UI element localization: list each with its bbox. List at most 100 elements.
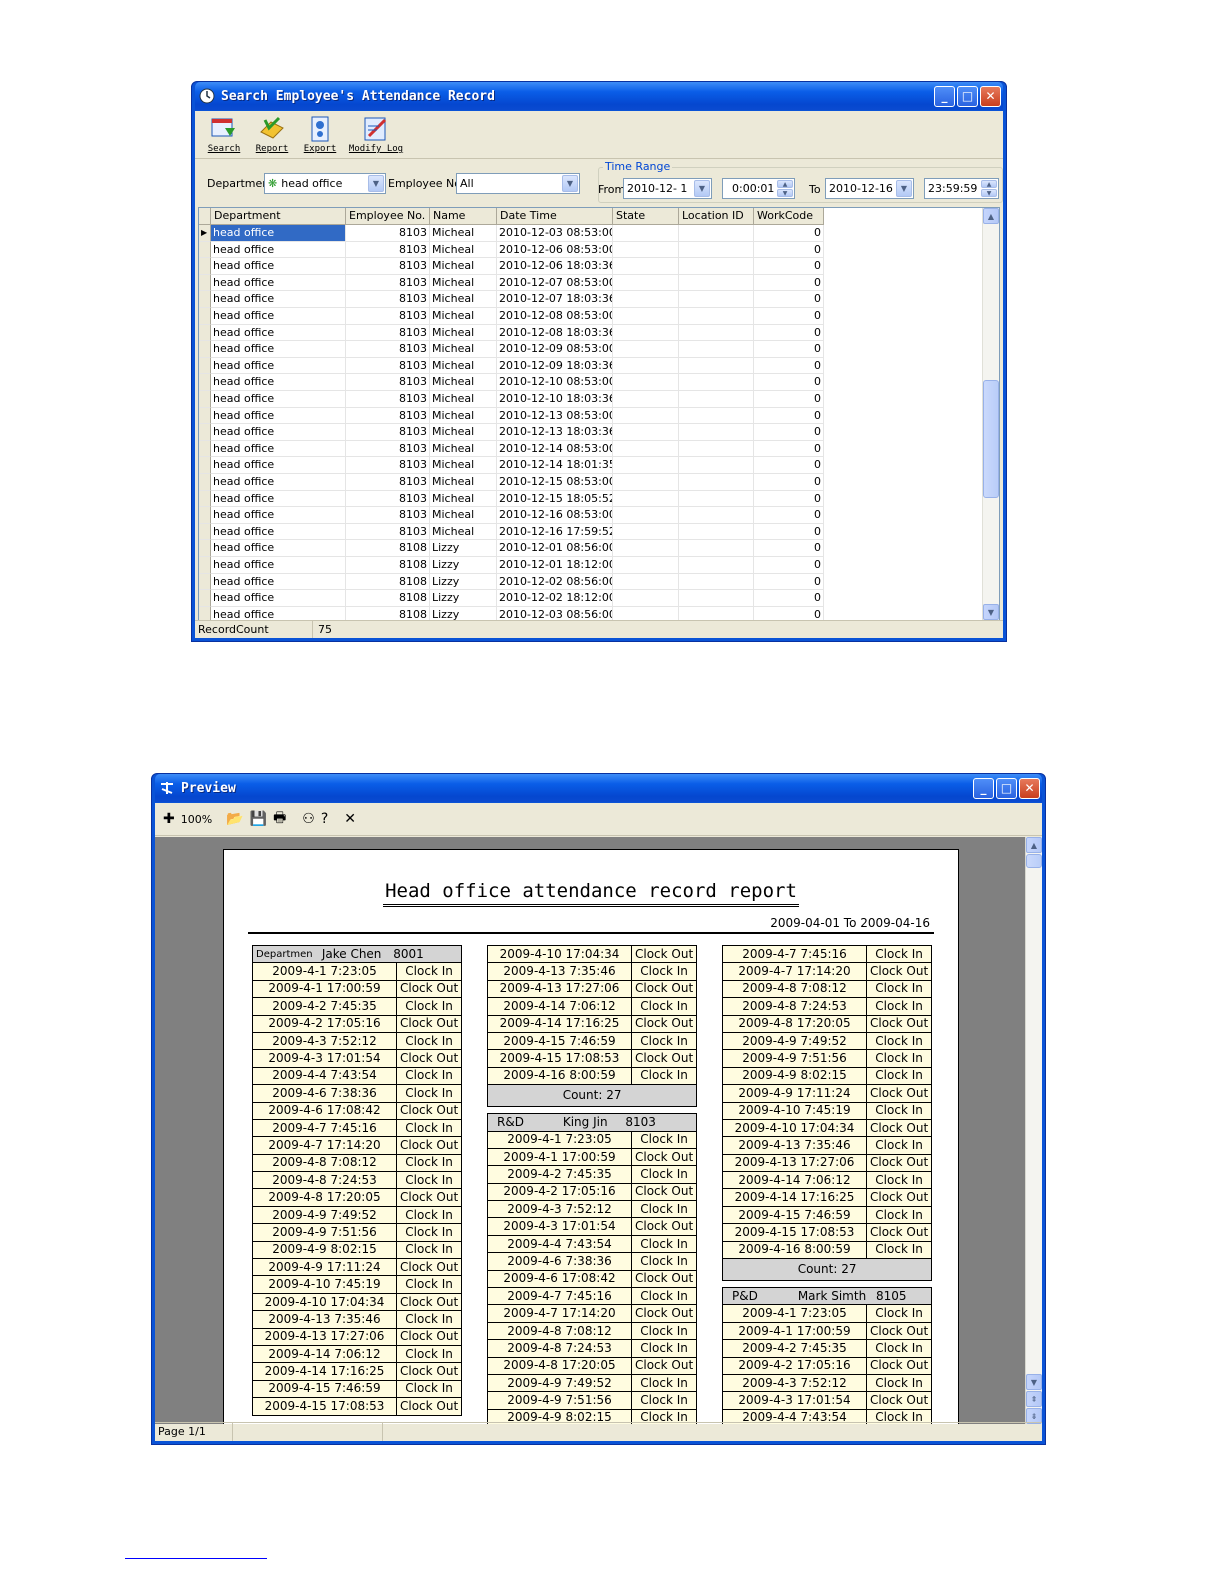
- table-cell[interactable]: [613, 374, 679, 391]
- table-cell[interactable]: head office: [211, 357, 346, 375]
- table-cell[interactable]: [613, 557, 679, 574]
- table-cell[interactable]: 2010-12-13 08:53:00: [497, 407, 613, 425]
- table-cell[interactable]: 0: [754, 324, 824, 342]
- column-header[interactable]: WorkCode: [754, 208, 824, 225]
- table-cell[interactable]: [613, 274, 679, 292]
- table-cell[interactable]: [679, 225, 754, 242]
- table-cell[interactable]: head office: [211, 540, 346, 557]
- table-cell[interactable]: 8108: [346, 606, 430, 620]
- row-indicator[interactable]: [199, 457, 211, 474]
- scroll-up-icon[interactable]: ▲: [983, 208, 999, 224]
- table-row[interactable]: head office 8103 Micheal 2010-12-08 08:53:0…: [199, 308, 824, 325]
- table-cell[interactable]: 2010-12-06 08:53:00: [497, 241, 613, 259]
- table-cell[interactable]: 0: [754, 241, 824, 259]
- chevron-down-icon[interactable]: ▼: [896, 180, 912, 197]
- table-row[interactable]: head office 8103 Micheal 2010-12-16 17:59:5…: [199, 523, 824, 541]
- table-cell[interactable]: Lizzy: [430, 606, 497, 620]
- table-cell[interactable]: Lizzy: [430, 573, 497, 591]
- export-button[interactable]: Export: [297, 114, 343, 154]
- row-indicator[interactable]: [199, 507, 211, 524]
- table-cell[interactable]: head office: [211, 341, 346, 358]
- table-cell[interactable]: Micheal: [430, 308, 497, 325]
- save-icon[interactable]: 💾: [250, 809, 267, 829]
- table-cell[interactable]: head office: [211, 523, 346, 541]
- table-cell[interactable]: 8103: [346, 324, 430, 342]
- table-cell[interactable]: 0: [754, 424, 824, 441]
- table-cell[interactable]: 8103: [346, 490, 430, 508]
- help-icon[interactable]: ?: [321, 809, 328, 829]
- table-cell[interactable]: 8103: [346, 374, 430, 391]
- table-cell[interactable]: [613, 291, 679, 308]
- close-preview-icon[interactable]: ✕: [344, 809, 356, 829]
- row-indicator[interactable]: [199, 308, 211, 325]
- table-cell[interactable]: 2010-12-16 08:53:00: [497, 507, 613, 524]
- table-cell[interactable]: 0: [754, 291, 824, 308]
- table-cell[interactable]: 2010-12-16 17:59:52: [497, 523, 613, 541]
- table-cell[interactable]: [679, 573, 754, 591]
- table-row[interactable]: head office 8108 Lizzy 2010-12-01 18:12:00 0: [199, 557, 824, 574]
- table-cell[interactable]: [679, 490, 754, 508]
- row-indicator[interactable]: [199, 557, 211, 574]
- table-cell[interactable]: [679, 374, 754, 391]
- table-cell[interactable]: 8103: [346, 225, 430, 242]
- row-indicator[interactable]: [199, 258, 211, 275]
- table-cell[interactable]: 8103: [346, 407, 430, 425]
- table-cell[interactable]: [679, 391, 754, 408]
- preview-canvas[interactable]: Head office attendance record report 200…: [155, 837, 1025, 1424]
- row-indicator[interactable]: [199, 291, 211, 308]
- column-header[interactable]: Employee No.: [346, 208, 430, 225]
- table-cell[interactable]: 2010-12-09 18:03:36: [497, 357, 613, 375]
- table-cell[interactable]: head office: [211, 507, 346, 524]
- table-cell[interactable]: 0: [754, 457, 824, 474]
- table-row[interactable]: head office 8103 Micheal 2010-12-14 08:53:0…: [199, 440, 824, 458]
- spin-down-icon[interactable]: ▼: [981, 189, 997, 197]
- table-cell[interactable]: head office: [211, 391, 346, 408]
- table-cell[interactable]: 0: [754, 258, 824, 275]
- table-cell[interactable]: Micheal: [430, 324, 497, 342]
- table-cell[interactable]: 0: [754, 308, 824, 325]
- table-cell[interactable]: [613, 424, 679, 441]
- table-cell[interactable]: Micheal: [430, 291, 497, 308]
- row-indicator[interactable]: [199, 590, 211, 607]
- table-cell[interactable]: 8108: [346, 590, 430, 607]
- table-cell[interactable]: 2010-12-01 18:12:00: [497, 557, 613, 574]
- row-indicator[interactable]: [199, 324, 211, 342]
- table-row[interactable]: head office 8103 Micheal 2010-12-13 18:03:3…: [199, 424, 824, 441]
- table-row[interactable]: ▶ head office 8103 Micheal 2010-12-03 08:53:…: [199, 225, 824, 242]
- search-button[interactable]: Search: [201, 114, 247, 154]
- table-cell[interactable]: Micheal: [430, 391, 497, 408]
- table-cell[interactable]: 2010-12-01 08:56:00: [497, 540, 613, 557]
- chevron-down-icon[interactable]: ▼: [368, 175, 384, 192]
- table-cell[interactable]: [679, 241, 754, 259]
- table-cell[interactable]: [679, 606, 754, 620]
- table-cell[interactable]: Micheal: [430, 341, 497, 358]
- table-cell[interactable]: 8103: [346, 274, 430, 292]
- table-row[interactable]: head office 8103 Micheal 2010-12-15 18:05:5…: [199, 490, 824, 508]
- table-cell[interactable]: 8103: [346, 457, 430, 474]
- row-indicator[interactable]: [199, 374, 211, 391]
- close-button[interactable]: ✕: [980, 85, 1001, 107]
- scroll-down-icon[interactable]: ▼: [1026, 1374, 1042, 1390]
- table-cell[interactable]: head office: [211, 573, 346, 591]
- table-cell[interactable]: [679, 557, 754, 574]
- table-cell[interactable]: [613, 507, 679, 524]
- table-cell[interactable]: Micheal: [430, 507, 497, 524]
- table-cell[interactable]: 2010-12-03 08:53:00: [497, 225, 613, 242]
- table-cell[interactable]: [613, 407, 679, 425]
- row-pointer-icon[interactable]: ▶: [199, 225, 211, 242]
- table-cell[interactable]: head office: [211, 457, 346, 474]
- employee-no-select[interactable]: All ▼: [456, 173, 580, 194]
- table-cell[interactable]: 0: [754, 507, 824, 524]
- table-cell[interactable]: [679, 523, 754, 541]
- table-row[interactable]: head office 8108 Lizzy 2010-12-03 08:56:00 0: [199, 606, 824, 620]
- table-cell[interactable]: 2010-12-15 18:05:52: [497, 490, 613, 508]
- zoom-level[interactable]: 100%: [181, 813, 212, 826]
- chevron-down-icon[interactable]: ▼: [694, 180, 710, 197]
- table-row[interactable]: head office 8103 Micheal 2010-12-09 18:03:3…: [199, 357, 824, 375]
- table-cell[interactable]: 2010-12-06 18:03:36: [497, 258, 613, 275]
- table-cell[interactable]: 0: [754, 225, 824, 242]
- table-row[interactable]: head office 8108 Lizzy 2010-12-02 08:56:00 0: [199, 573, 824, 591]
- table-cell[interactable]: 8103: [346, 241, 430, 259]
- to-time-spinner[interactable]: 23:59:59 ▲ ▼: [924, 178, 999, 199]
- row-indicator[interactable]: [199, 540, 211, 557]
